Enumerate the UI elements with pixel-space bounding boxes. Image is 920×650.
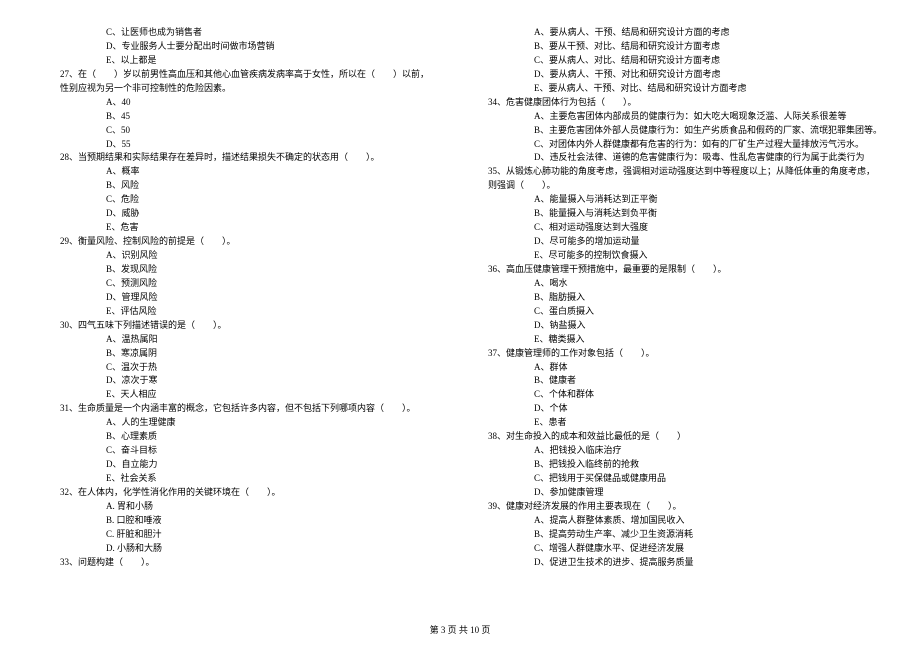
q29-opt-b: B、发现风险 — [60, 263, 452, 277]
q36-opt-e: E、糖类摄入 — [488, 333, 880, 347]
q34-opt-a: A、主要危害团体内部成员的健康行为：如大吃大喝现象泛滥、人际关系很差等 — [488, 110, 880, 124]
q28-stem: 28、当预期结果和实际结果存在差异时，描述结果损失不确定的状态用（ ）。 — [60, 151, 452, 165]
q30-stem: 30、四气五味下列描述错误的是（ ）。 — [60, 319, 452, 333]
q35-opt-d: D、尽可能多的增加运动量 — [488, 235, 880, 249]
q27-opt-a: A、40 — [60, 96, 452, 110]
q36-opt-c: C、蛋白质摄入 — [488, 305, 880, 319]
q32-opt-b: B. 口腔和唾液 — [60, 514, 452, 528]
q32-opt-c: C. 肝脏和胆汁 — [60, 528, 452, 542]
q29-opt-a: A、识别风险 — [60, 249, 452, 263]
q35-opt-c: C、相对运动强度达到大强度 — [488, 221, 880, 235]
right-column: A、要从病人、干预、结局和研究设计方面的考虑 B、要从干预、对比、结局和研究设计… — [488, 26, 880, 570]
q28-opt-b: B、风险 — [60, 179, 452, 193]
q32-stem: 32、在人体内，化学性消化作用的关键环境在（ ）。 — [60, 486, 452, 500]
q36-opt-a: A、喝水 — [488, 277, 880, 291]
q39-opt-c: C、增强人群健康水平、促进经济发展 — [488, 542, 880, 556]
q36-stem: 36、高血压健康管理干预措施中，最重要的是限制（ ）。 — [488, 263, 880, 277]
left-column: C、让医师也成为销售者 D、专业服务人士要分配出时间做市场营销 E、以上都是 2… — [60, 26, 452, 570]
q34-stem: 34、危害健康团体行为包括（ ）。 — [488, 96, 880, 110]
q-prev-opt-c: C、让医师也成为销售者 — [60, 26, 452, 40]
q35-opt-a: A、能量摄入与消耗达到正平衡 — [488, 193, 880, 207]
q31-opt-e: E、社会关系 — [60, 472, 452, 486]
q32-opt-a: A. 胃和小肠 — [60, 500, 452, 514]
q37-stem: 37、健康管理师的工作对象包括（ ）。 — [488, 347, 880, 361]
q31-opt-c: C、奋斗目标 — [60, 444, 452, 458]
q39-stem: 39、健康对经济发展的作用主要表现在（ ）。 — [488, 500, 880, 514]
q29-opt-d: D、管理风险 — [60, 291, 452, 305]
q33-opt-d: D、要从病人、干预、对比和研究设计方面考虑 — [488, 68, 880, 82]
q35-stem-a: 35、从锻炼心肺功能的角度考虑，强调相对运动强度达到中等程度以上；从降低体重的角… — [488, 165, 880, 179]
q27-opt-b: B、45 — [60, 110, 452, 124]
q33-opt-b: B、要从干预、对比、结局和研究设计方面考虑 — [488, 40, 880, 54]
q34-opt-b: B、主要危害团体外部人员健康行为：如生产劣质食品和假药的厂家、流氓犯罪集团等。 — [488, 124, 880, 138]
q37-opt-b: B、健康者 — [488, 374, 880, 388]
q34-opt-d: D、违反社会法律、道德的危害健康行为：吸毒、性乱危害健康的行为属于此类行为 — [488, 151, 880, 165]
q29-stem: 29、衡量风险、控制风险的前提是（ ）。 — [60, 235, 452, 249]
q37-opt-c: C、个体和群体 — [488, 388, 880, 402]
q38-opt-d: D、参加健康管理 — [488, 486, 880, 500]
q27-stem-a: 27、在（ ）岁以前男性高血压和其他心血管疾病发病率高于女性，所以在（ ）以前， — [60, 68, 452, 82]
q35-stem-b: 则强调（ ）。 — [488, 179, 880, 193]
q38-opt-b: B、把钱投入临终前的抢救 — [488, 458, 880, 472]
q38-opt-a: A、把钱投入临床治疗 — [488, 444, 880, 458]
q28-opt-c: C、危险 — [60, 193, 452, 207]
q35-opt-b: B、能量摄入与消耗达到负平衡 — [488, 207, 880, 221]
q37-opt-d: D、个体 — [488, 402, 880, 416]
q30-opt-b: B、寒凉属阴 — [60, 347, 452, 361]
page-footer: 第 3 页 共 10 页 — [0, 624, 920, 638]
q27-opt-d: D、55 — [60, 138, 452, 152]
q32-opt-d: D. 小肠和大肠 — [60, 542, 452, 556]
q37-opt-a: A、群体 — [488, 361, 880, 375]
q-prev-opt-e: E、以上都是 — [60, 54, 452, 68]
q33-stem: 33、问题构建（ ）。 — [60, 556, 452, 570]
q36-opt-d: D、钠盐摄入 — [488, 319, 880, 333]
q29-opt-c: C、预测风险 — [60, 277, 452, 291]
q27-opt-c: C、50 — [60, 124, 452, 138]
q-prev-opt-d: D、专业服务人士要分配出时间做市场营销 — [60, 40, 452, 54]
q30-opt-e: E、天人相应 — [60, 388, 452, 402]
q33-opt-e: E、要从病人、干预、对比、结局和研究设计方面考虑 — [488, 82, 880, 96]
q27-stem-b: 性别应视为另一个非可控制性的危险因素。 — [60, 82, 452, 96]
q35-opt-e: E、尽可能多的控制饮食摄入 — [488, 249, 880, 263]
q36-opt-b: B、脂肪摄入 — [488, 291, 880, 305]
q30-opt-d: D、凉次于寒 — [60, 374, 452, 388]
q39-opt-b: B、提高劳动生产率、减少卫生资源消耗 — [488, 528, 880, 542]
q31-opt-d: D、自立能力 — [60, 458, 452, 472]
q28-opt-e: E、危害 — [60, 221, 452, 235]
q37-opt-e: E、患者 — [488, 416, 880, 430]
q31-opt-b: B、心理素质 — [60, 430, 452, 444]
q34-opt-c: C、对团体内外人群健康都有危害的行为：如有的厂矿生产过程大量排放污气污水。 — [488, 138, 880, 152]
q31-stem: 31、生命质量是一个内涵丰富的概念，它包括许多内容，但不包括下列哪项内容（ ）。 — [60, 402, 452, 416]
q39-opt-a: A、提高人群整体素质、增加国民收入 — [488, 514, 880, 528]
q28-opt-d: D、威胁 — [60, 207, 452, 221]
q28-opt-a: A、概率 — [60, 165, 452, 179]
q39-opt-d: D、促进卫生技术的进步、提高服务质量 — [488, 556, 880, 570]
q33-opt-a: A、要从病人、干预、结局和研究设计方面的考虑 — [488, 26, 880, 40]
q30-opt-a: A、温热属阳 — [60, 333, 452, 347]
q31-opt-a: A、人的生理健康 — [60, 416, 452, 430]
q38-opt-c: C、把钱用于买保健品或健康用品 — [488, 472, 880, 486]
q33-opt-c: C、要从病人、对比、结局和研究设计方面考虑 — [488, 54, 880, 68]
q30-opt-c: C、温次于热 — [60, 361, 452, 375]
q29-opt-e: E、评估风险 — [60, 305, 452, 319]
exam-page: C、让医师也成为销售者 D、专业服务人士要分配出时间做市场营销 E、以上都是 2… — [0, 0, 920, 570]
q38-stem: 38、对生命投入的成本和效益比最低的是（ ） — [488, 430, 880, 444]
